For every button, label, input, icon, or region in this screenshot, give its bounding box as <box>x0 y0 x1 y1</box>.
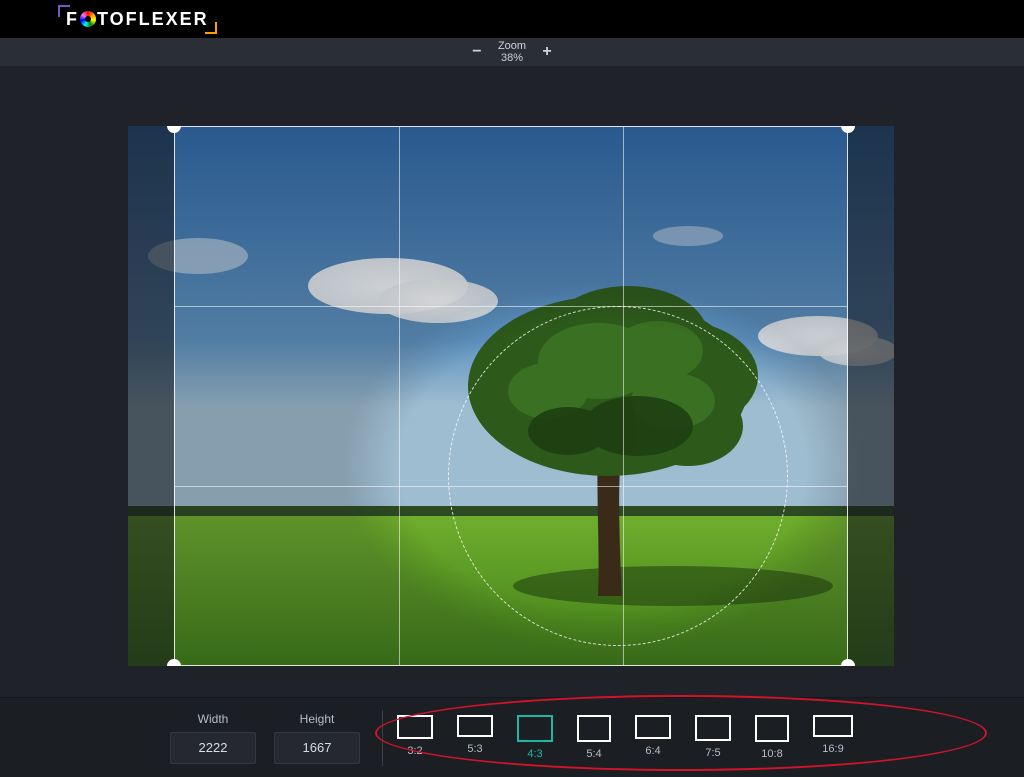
crop-grid-line <box>399 127 400 665</box>
aspect-ratio-5-3[interactable]: 5:3 <box>457 715 493 760</box>
aspect-ratio-5-4[interactable]: 5:4 <box>577 715 611 760</box>
ratio-box-icon <box>517 715 553 742</box>
focus-circle[interactable] <box>448 306 788 646</box>
crop-grid-line <box>175 306 847 307</box>
ratio-label: 16:9 <box>822 743 843 755</box>
toolbar-divider <box>382 710 383 766</box>
zoom-readout: Zoom 38% <box>498 40 526 64</box>
zoom-value: 38% <box>498 52 526 64</box>
ratio-box-icon <box>577 715 611 742</box>
ratio-box-icon <box>457 715 493 737</box>
aspect-ratio-row: 3:2 5:3 4:3 5:4 6:4 7:5 10:8 16:9 <box>397 715 853 760</box>
crop-dim-right <box>848 126 894 666</box>
aspect-ratio-10-8[interactable]: 10:8 <box>755 715 789 760</box>
app-root: F TOFLEXER − Zoom 38% + <box>0 0 1024 777</box>
logo-bracket-icon <box>205 22 217 34</box>
ratio-box-icon <box>755 715 789 742</box>
ratio-box-icon <box>635 715 671 739</box>
minus-icon: − <box>472 43 481 61</box>
crop-handle-bottom-left[interactable] <box>167 659 181 666</box>
width-input[interactable] <box>170 732 256 764</box>
aspect-ratio-3-2[interactable]: 3:2 <box>397 715 433 760</box>
ratio-label: 6:4 <box>645 745 660 757</box>
aspect-ratio-4-3[interactable]: 4:3 <box>517 715 553 760</box>
ratio-box-icon <box>813 715 853 737</box>
logo[interactable]: F TOFLEXER <box>60 7 215 32</box>
canvas-area <box>0 66 1024 697</box>
ratio-label: 3:2 <box>407 745 422 757</box>
aspect-ratio-6-4[interactable]: 6:4 <box>635 715 671 760</box>
logo-aperture-icon <box>80 11 96 27</box>
zoom-in-button[interactable]: + <box>538 43 556 61</box>
ratio-box-icon <box>397 715 433 739</box>
plus-icon: + <box>542 43 551 61</box>
ratio-label: 7:5 <box>705 747 720 759</box>
width-field-group: Width <box>170 712 256 764</box>
crop-toolbar: Width Height 3:2 5:3 4:3 5:4 6:4 7:5 10:8 16:9 <box>0 697 1024 777</box>
aspect-ratio-7-5[interactable]: 7:5 <box>695 715 731 760</box>
zoom-label: Zoom <box>498 40 526 52</box>
ratio-label: 5:4 <box>586 748 601 760</box>
ratio-label: 10:8 <box>761 748 782 760</box>
height-field-group: Height <box>274 712 360 764</box>
ratio-box-icon <box>695 715 731 741</box>
height-input[interactable] <box>274 732 360 764</box>
zoom-out-button[interactable]: − <box>468 43 486 61</box>
aspect-ratio-16-9[interactable]: 16:9 <box>813 715 853 760</box>
ratio-label: 5:3 <box>467 743 482 755</box>
crop-handle-bottom-right[interactable] <box>841 659 855 666</box>
width-label: Width <box>198 712 229 726</box>
logo-bracket-icon <box>58 5 70 17</box>
app-header: F TOFLEXER <box>0 0 1024 38</box>
ratio-label: 4:3 <box>527 748 542 760</box>
zoom-bar: − Zoom 38% + <box>0 38 1024 66</box>
height-label: Height <box>300 712 335 726</box>
logo-text-suffix: TOFLEXER <box>97 9 209 30</box>
crop-dim-left <box>128 126 174 666</box>
photo-canvas[interactable] <box>128 126 894 666</box>
